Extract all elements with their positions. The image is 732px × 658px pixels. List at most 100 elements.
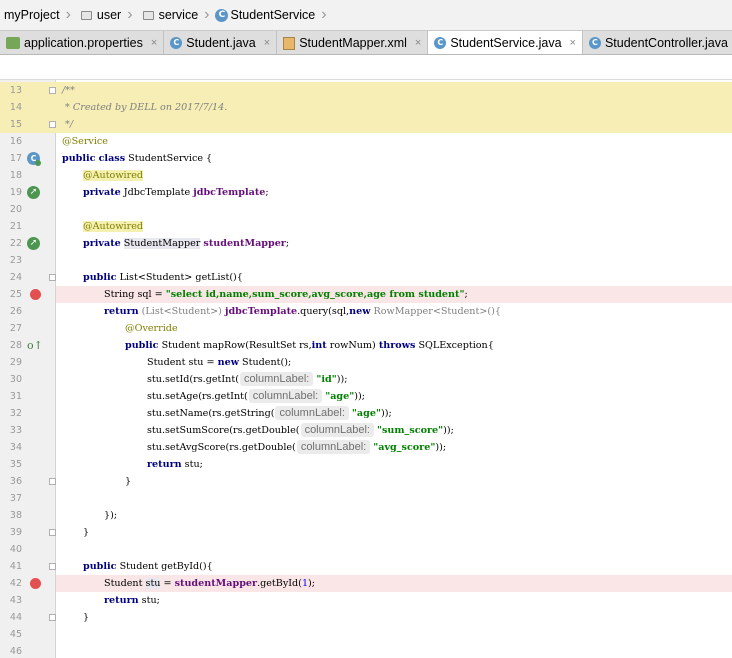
spring-bean-class-icon[interactable]: C	[27, 152, 41, 166]
breakpoint-icon[interactable]	[30, 578, 41, 589]
keyword-token: class	[98, 153, 126, 164]
line-number: 36	[9, 476, 22, 487]
close-icon[interactable]: ×	[570, 37, 576, 49]
keyword-token: public	[83, 272, 117, 283]
breadcrumb-item-myproject[interactable]: myProject	[0, 0, 64, 30]
line-number: 46	[9, 646, 22, 657]
code-token: ));	[380, 408, 392, 419]
editor-top-area	[0, 55, 732, 80]
code-token: JdbcTemplate	[123, 187, 191, 198]
code-editor[interactable]: 13 /** 14 * Created by DELL on 2017/7/14…	[0, 80, 732, 658]
code-line: 26 return (List<Student>) jdbcTemplate.q…	[0, 303, 732, 320]
line-number: 23	[9, 255, 22, 266]
keyword-token: return	[147, 459, 182, 470]
breadcrumb-label: user	[96, 8, 122, 22]
line-number: 38	[9, 510, 22, 521]
keyword-token: public	[62, 153, 96, 164]
keyword-token: int	[311, 340, 327, 351]
code-token: ));	[435, 442, 447, 453]
fold-icon[interactable]	[49, 478, 56, 485]
breadcrumb-item-user[interactable]: user	[75, 0, 125, 30]
keyword-token: new	[217, 357, 239, 368]
code-line: 45	[0, 626, 732, 643]
line-number: 18	[9, 170, 22, 181]
code-line: 31 stu.setAge(rs.getInt(columnLabel: "age…	[0, 388, 732, 405]
keyword-token: private	[83, 238, 121, 249]
close-icon[interactable]: ×	[415, 37, 421, 49]
line-number: 32	[9, 408, 22, 419]
line-number: 27	[9, 323, 22, 334]
code-token: ;	[265, 187, 269, 198]
code-line: 23	[0, 252, 732, 269]
keyword-token: private	[83, 187, 121, 198]
field-token: jdbcTemplate	[193, 187, 266, 198]
code-line: 22 ➚ private StudentMapper studentMapper…	[0, 235, 732, 252]
annotation-token: @Override	[125, 323, 178, 334]
line-number: 26	[9, 306, 22, 317]
code-token: stu;	[184, 459, 203, 470]
line-number: 19	[9, 187, 22, 198]
autowired-bean-icon[interactable]: ➚	[27, 237, 40, 250]
field-token: studentMapper	[174, 578, 258, 589]
line-number: 16	[9, 136, 22, 147]
code-line: 37	[0, 490, 732, 507]
override-method-icon[interactable]: o↑	[27, 339, 43, 352]
code-token: rowNum)	[329, 340, 376, 351]
keyword-token: return	[104, 595, 139, 606]
close-icon[interactable]: ×	[264, 37, 270, 49]
code-token: <Student>	[137, 272, 193, 283]
breadcrumb-label: service	[158, 8, 199, 22]
fold-icon[interactable]	[49, 87, 56, 94]
code-token: ));	[354, 391, 365, 402]
code-token: Student stu =	[147, 357, 218, 368]
code-line: 44 }	[0, 609, 732, 626]
breadcrumb-item-studentservice[interactable]: C StudentService	[213, 0, 319, 30]
editor-tab-bar: application.properties × C Student.java …	[0, 31, 732, 55]
comment-text: /**	[62, 85, 75, 96]
code-token: StudentService {	[128, 153, 213, 164]
fold-icon[interactable]	[49, 274, 56, 281]
code-line: 39 }	[0, 524, 732, 541]
breadcrumb-label: StudentService	[230, 8, 316, 22]
folder-icon	[80, 10, 92, 20]
breadcrumb-item-service[interactable]: service	[137, 0, 203, 30]
fold-icon[interactable]	[49, 614, 56, 621]
string-token: "avg_score"	[373, 442, 436, 453]
fold-icon[interactable]	[49, 563, 56, 570]
autowired-bean-icon[interactable]: ➚	[27, 186, 40, 199]
breadcrumb-label: myProject	[4, 8, 60, 22]
code-line: 24 public List<Student> getList(){	[0, 269, 732, 286]
annotation-token: @Service	[62, 136, 108, 147]
line-number: 20	[9, 204, 22, 215]
tab-studentservice-java[interactable]: C StudentService.java ×	[428, 31, 583, 54]
line-number: 30	[9, 374, 22, 385]
keyword-token: return	[104, 306, 139, 317]
code-line: 41 public Student getById(){	[0, 558, 732, 575]
annotation-token: @Autowired	[83, 221, 144, 232]
code-token: =	[160, 578, 175, 589]
close-icon[interactable]: ×	[151, 37, 157, 49]
code-token: }	[125, 476, 132, 487]
breakpoint-icon[interactable]	[30, 289, 41, 300]
code-line: 29 Student stu = new Student();	[0, 354, 732, 371]
fold-icon[interactable]	[49, 121, 56, 128]
code-token: stu.setAge(rs.getInt(	[147, 391, 248, 402]
line-number: 34	[9, 442, 22, 453]
code-line: 15 */	[0, 116, 732, 133]
tab-studentcontroller-java[interactable]: C StudentController.java ×	[583, 31, 732, 54]
fold-icon[interactable]	[49, 529, 56, 536]
code-line: 46	[0, 643, 732, 658]
tab-studentmapper-xml[interactable]: StudentMapper.xml ×	[277, 31, 429, 54]
tab-application-properties[interactable]: application.properties ×	[0, 31, 165, 54]
code-line: 34 stu.setAvgScore(rs.getDouble(columnLa…	[0, 439, 732, 456]
line-number: 39	[9, 527, 22, 538]
code-line: 40	[0, 541, 732, 558]
tab-label: application.properties	[24, 36, 143, 50]
code-line: 16 @Service	[0, 133, 732, 150]
tab-student-java[interactable]: C Student.java ×	[164, 31, 278, 54]
class-icon: C	[170, 37, 183, 49]
parameter-hint: columnLabel:	[248, 389, 323, 403]
code-token: });	[104, 510, 118, 521]
code-token: StudentMapper	[123, 238, 201, 249]
line-number: 42	[9, 578, 22, 589]
